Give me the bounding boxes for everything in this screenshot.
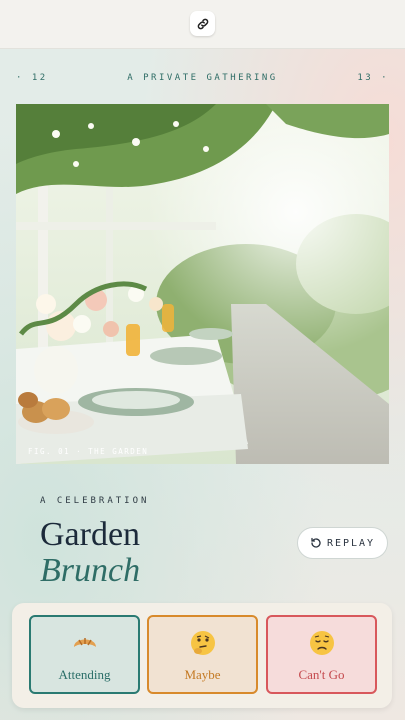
event-title-line2: Brunch: [40, 552, 141, 589]
garden-photo: FIG. 01 · THE GARDEN: [16, 104, 389, 464]
replay-icon: [311, 537, 321, 548]
replay-label: REPLAY: [326, 537, 376, 549]
replay-button[interactable]: REPLAY: [297, 527, 388, 559]
top-bar: [0, 0, 405, 49]
rsvp-attending-label: Attending: [58, 667, 111, 682]
sad-face-icon: [268, 629, 375, 657]
gathering-label: A PRIVATE GATHERING: [127, 73, 278, 83]
link-icon: [197, 18, 208, 29]
thinking-face-icon: [149, 629, 256, 657]
copy-link-button[interactable]: [190, 11, 215, 36]
event-eyebrow: A CELEBRATION: [40, 496, 150, 506]
page-number-right: 13 ·: [357, 73, 389, 83]
event-title-line1: Garden: [40, 516, 141, 553]
rsvp-attending-button[interactable]: Attending: [29, 615, 140, 694]
rsvp-cant-go-label: Can't Go: [298, 667, 345, 682]
croissant-icon: [31, 629, 138, 657]
meta-row: · 12 A PRIVATE GATHERING 13 ·: [0, 70, 405, 88]
rsvp-maybe-label: Maybe: [184, 667, 221, 682]
photo-caption: FIG. 01 · THE GARDEN: [28, 447, 149, 456]
rsvp-panel: Attending Maybe Can't Go: [12, 603, 392, 708]
rsvp-maybe-button[interactable]: Maybe: [147, 615, 258, 694]
rsvp-cant-go-button[interactable]: Can't Go: [266, 615, 377, 694]
